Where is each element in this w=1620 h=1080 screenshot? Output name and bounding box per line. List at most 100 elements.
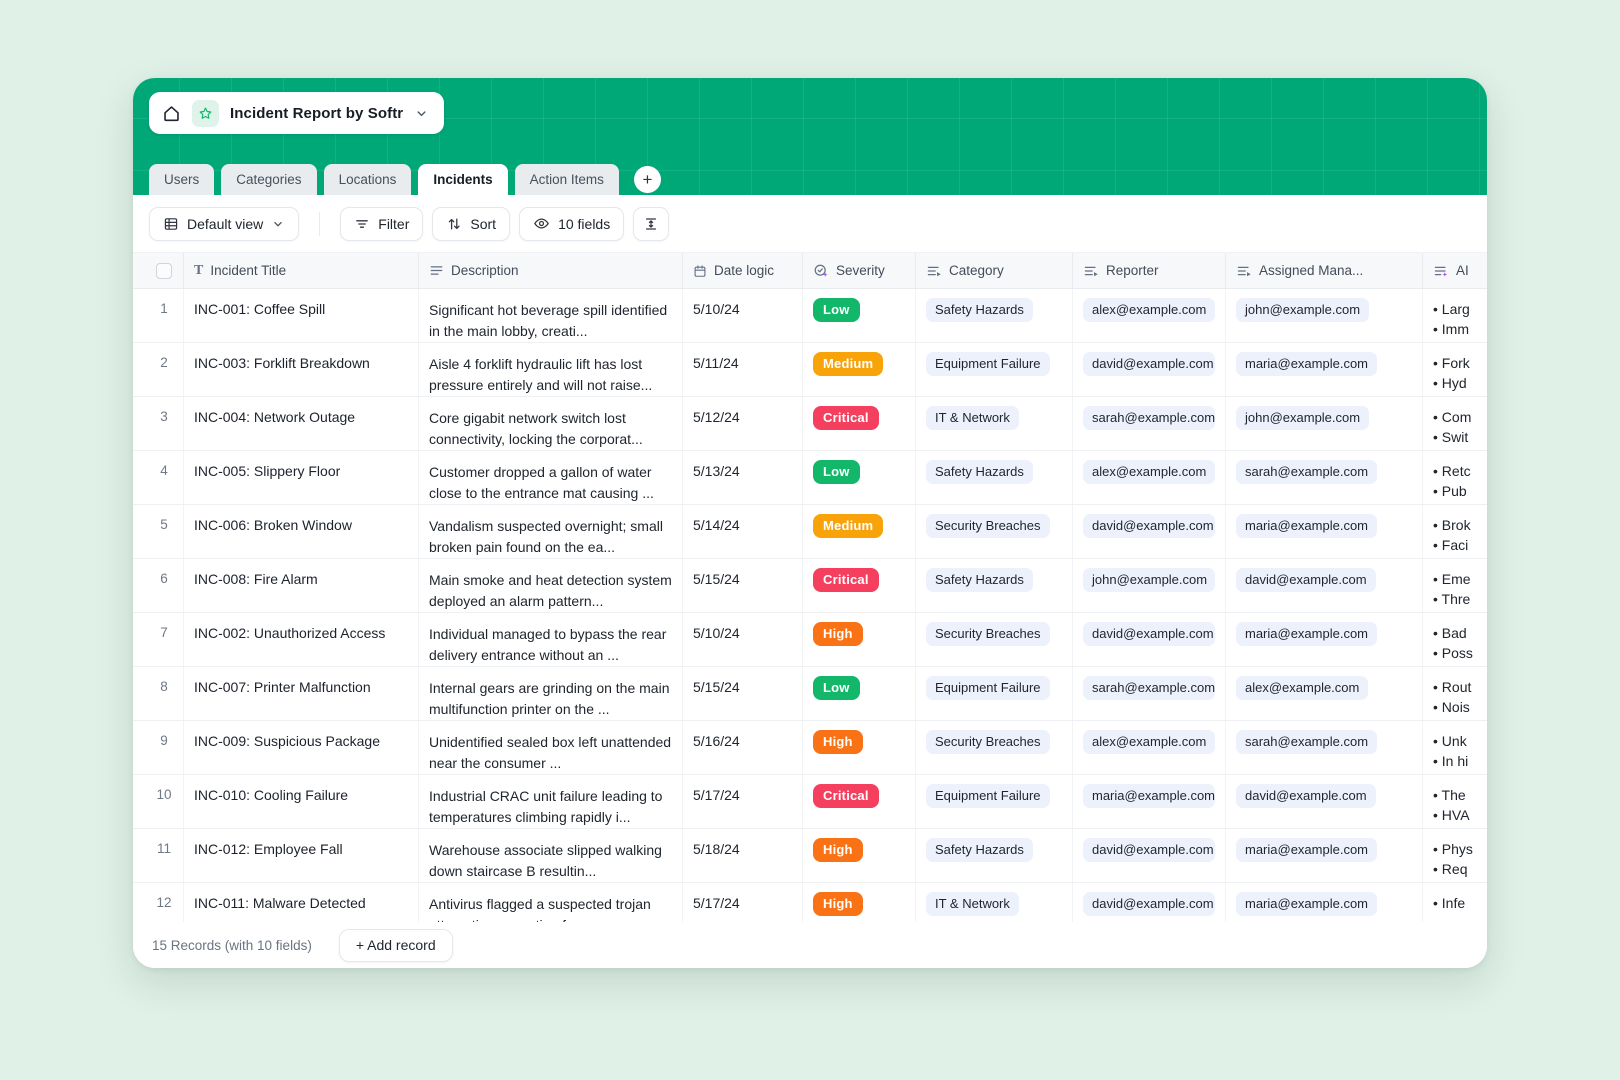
column-header-ai[interactable]: AI [1422,253,1487,288]
incident-title-cell[interactable]: INC-003: Forklift Breakdown [183,343,418,396]
ai-summary-cell[interactable]: • Fork • Hyd [1422,343,1487,396]
ai-summary-cell[interactable]: • The • HVA [1422,775,1487,828]
incident-title-cell[interactable]: INC-002: Unauthorized Access [183,613,418,666]
date-cell[interactable]: 5/15/24 [682,667,802,720]
description-cell[interactable]: Individual managed to bypass the rear de… [418,613,682,666]
severity-cell[interactable]: Low [802,289,915,342]
date-cell[interactable]: 5/17/24 [682,883,802,922]
reporter-cell[interactable]: david@example.com [1072,613,1225,666]
select-all-checkbox[interactable] [156,262,172,279]
category-cell[interactable]: IT & Network [915,883,1072,922]
ai-summary-cell[interactable]: • Rout • Nois [1422,667,1487,720]
description-cell[interactable]: Customer dropped a gallon of water close… [418,451,682,504]
date-cell[interactable]: 5/13/24 [682,451,802,504]
reporter-cell[interactable]: david@example.com [1072,883,1225,922]
assigned-manager-cell[interactable]: maria@example.com [1225,505,1422,558]
date-cell[interactable]: 5/16/24 [682,721,802,774]
incident-title-cell[interactable]: INC-006: Broken Window [183,505,418,558]
reporter-cell[interactable]: david@example.com [1072,829,1225,882]
severity-cell[interactable]: Medium [802,343,915,396]
sort-button[interactable]: Sort [432,206,511,241]
ai-summary-cell[interactable]: • Brok • Faci [1422,505,1487,558]
add-table-button[interactable]: + [633,166,661,193]
column-header-date-logic[interactable]: Date logic [682,253,802,288]
date-cell[interactable]: 5/12/24 [682,397,802,450]
date-cell[interactable]: 5/14/24 [682,505,802,558]
assigned-manager-cell[interactable]: sarah@example.com [1225,451,1422,504]
description-cell[interactable]: Vandalism suspected overnight; small bro… [418,505,682,558]
assigned-manager-cell[interactable]: maria@example.com [1225,829,1422,882]
ai-summary-cell[interactable]: • Larg • Imm [1422,289,1487,342]
category-cell[interactable]: Safety Hazards [915,289,1072,342]
assigned-manager-cell[interactable]: john@example.com [1225,397,1422,450]
ai-summary-cell[interactable]: • Infe [1422,883,1487,922]
date-cell[interactable]: 5/15/24 [682,559,802,612]
category-cell[interactable]: Safety Hazards [915,451,1072,504]
reporter-cell[interactable]: sarah@example.com [1072,667,1225,720]
reporter-cell[interactable]: maria@example.com [1072,775,1225,828]
incident-title-cell[interactable]: INC-012: Employee Fall [183,829,418,882]
view-selector-button[interactable]: Default view [149,206,300,241]
column-header-description[interactable]: Description [418,253,682,288]
ai-summary-cell[interactable]: • Eme • Thre [1422,559,1487,612]
description-cell[interactable]: Significant hot beverage spill identifie… [418,289,682,342]
reporter-cell[interactable]: alex@example.com [1072,289,1225,342]
tab-action-items[interactable]: Action Items [514,164,619,195]
incident-title-cell[interactable]: INC-008: Fire Alarm [183,559,418,612]
date-cell[interactable]: 5/11/24 [682,343,802,396]
description-cell[interactable]: Main smoke and heat detection system dep… [418,559,682,612]
home-icon[interactable] [162,104,181,123]
assigned-manager-cell[interactable]: maria@example.com [1225,613,1422,666]
incident-title-cell[interactable]: INC-001: Coffee Spill [183,289,418,342]
ai-summary-cell[interactable]: • Phys • Req [1422,829,1487,882]
incident-title-cell[interactable]: INC-011: Malware Detected [183,883,418,922]
assigned-manager-cell[interactable]: john@example.com [1225,289,1422,342]
description-cell[interactable]: Core gigabit network switch lost connect… [418,397,682,450]
reporter-cell[interactable]: alex@example.com [1072,451,1225,504]
date-cell[interactable]: 5/10/24 [682,613,802,666]
description-cell[interactable]: Aisle 4 forklift hydraulic lift has lost… [418,343,682,396]
column-header-severity[interactable]: Severity [802,253,915,288]
description-cell[interactable]: Unidentified sealed box left unattended … [418,721,682,774]
category-cell[interactable]: Equipment Failure [915,343,1072,396]
severity-cell[interactable]: High [802,613,915,666]
assigned-manager-cell[interactable]: alex@example.com [1225,667,1422,720]
filter-button[interactable]: Filter [340,206,424,241]
reporter-cell[interactable]: john@example.com [1072,559,1225,612]
column-header-category[interactable]: Category [915,253,1072,288]
assigned-manager-cell[interactable]: david@example.com [1225,559,1422,612]
tab-categories[interactable]: Categories [221,164,317,195]
add-record-button[interactable]: + Add record [338,928,453,962]
severity-cell[interactable]: Critical [802,397,915,450]
ai-summary-cell[interactable]: • Unk • In hi [1422,721,1487,774]
incident-title-cell[interactable]: INC-005: Slippery Floor [183,451,418,504]
severity-cell[interactable]: Critical [802,775,915,828]
severity-cell[interactable]: Medium [802,505,915,558]
category-cell[interactable]: Safety Hazards [915,829,1072,882]
category-cell[interactable]: Security Breaches [915,505,1072,558]
fields-button[interactable]: 10 fields [519,206,625,241]
tab-users[interactable]: Users [149,164,215,195]
row-height-button[interactable] [633,206,670,241]
severity-cell[interactable]: High [802,829,915,882]
incident-title-cell[interactable]: INC-010: Cooling Failure [183,775,418,828]
ai-summary-cell[interactable]: • Retc • Pub [1422,451,1487,504]
description-cell[interactable]: Antivirus flagged a suspected trojan att… [418,883,682,922]
column-header-reporter[interactable]: Reporter [1072,253,1225,288]
description-cell[interactable]: Industrial CRAC unit failure leading to … [418,775,682,828]
category-cell[interactable]: Security Breaches [915,613,1072,666]
category-cell[interactable]: Safety Hazards [915,559,1072,612]
category-cell[interactable]: Equipment Failure [915,775,1072,828]
reporter-cell[interactable]: sarah@example.com [1072,397,1225,450]
severity-cell[interactable]: High [802,883,915,922]
description-cell[interactable]: Warehouse associate slipped walking down… [418,829,682,882]
category-cell[interactable]: Equipment Failure [915,667,1072,720]
ai-summary-cell[interactable]: • Bad • Poss [1422,613,1487,666]
tab-incidents[interactable]: Incidents [418,164,508,195]
incident-title-cell[interactable]: INC-004: Network Outage [183,397,418,450]
severity-cell[interactable]: Low [802,451,915,504]
star-icon[interactable] [192,99,219,127]
column-header-assigned-manager[interactable]: Assigned Mana... [1225,253,1422,288]
category-cell[interactable]: Security Breaches [915,721,1072,774]
tab-locations[interactable]: Locations [323,164,412,195]
